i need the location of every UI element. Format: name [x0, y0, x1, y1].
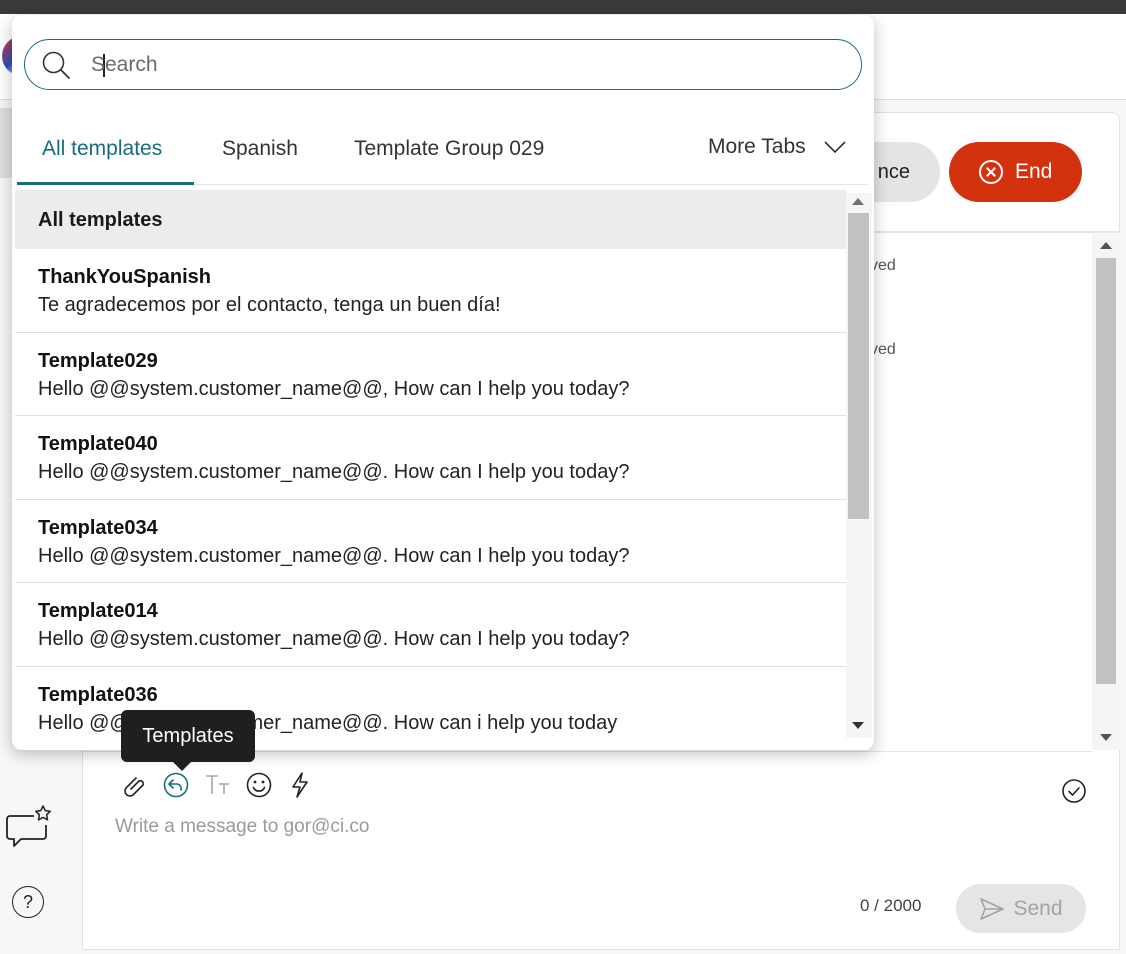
template-list: All templates ThankYouSpanish Te agradec… — [15, 190, 846, 738]
help-icon[interactable]: ? — [12, 886, 44, 918]
templates-icon[interactable] — [161, 770, 191, 800]
scroll-up-icon[interactable] — [852, 198, 864, 205]
end-label: End — [1015, 160, 1053, 183]
template-name: Template029 — [38, 349, 158, 372]
template-text: Hello @@system.customer_name@@. How can … — [38, 628, 630, 650]
scroll-down-icon[interactable] — [852, 722, 864, 729]
active-tab-indicator — [17, 182, 194, 185]
template-item[interactable]: ThankYouSpanish Te agradecemos por el co… — [15, 249, 846, 333]
search-box[interactable] — [24, 39, 862, 90]
attachment-icon[interactable] — [120, 770, 150, 800]
search-icon — [41, 50, 71, 80]
close-circle-icon — [979, 160, 1003, 184]
template-name: Template014 — [38, 600, 158, 622]
character-count: 0 / 2000 — [860, 896, 922, 915]
tab-spanish[interactable]: Spanish — [222, 137, 298, 161]
template-item[interactable]: Template034 Hello @@system.customer_name… — [15, 499, 846, 583]
emoji-icon[interactable] — [244, 770, 274, 800]
template-item[interactable]: Template029 Hello @@system.customer_name… — [15, 332, 846, 416]
text-format-icon[interactable] — [203, 770, 233, 800]
scroll-down-icon[interactable] — [1100, 734, 1112, 741]
template-name: Template034 — [38, 516, 158, 539]
template-name: ThankYouSpanish — [38, 266, 211, 288]
template-list-scroll-thumb[interactable] — [848, 213, 869, 519]
scroll-up-icon[interactable] — [1100, 242, 1112, 249]
template-tabs: All templates Spanish Template Group 029… — [17, 127, 867, 185]
template-item[interactable]: Template040 Hello @@system.customer_name… — [15, 416, 846, 500]
template-text: Hello @@system.customer_name@@. How can … — [38, 544, 630, 567]
check-circle-icon[interactable] — [1060, 777, 1088, 805]
template-name: Template040 — [38, 433, 158, 455]
template-text: Hello @@system.customer_name@@, How can … — [38, 377, 630, 400]
chat-star-icon[interactable] — [4, 804, 52, 848]
end-button[interactable]: End — [949, 142, 1082, 202]
template-item[interactable]: Template014 Hello @@system.customer_name… — [15, 583, 846, 667]
message-input[interactable] — [115, 812, 915, 842]
search-input[interactable] — [91, 50, 831, 80]
top-bar — [0, 0, 1126, 14]
template-text: Te agradecemos por el contacto, tenga un… — [38, 294, 501, 316]
tab-all-templates[interactable]: All templates — [42, 137, 162, 161]
conference-label: nce — [877, 160, 910, 183]
template-text: Hello @@system.customer_name@@. How can … — [38, 461, 630, 483]
templates-tooltip: Templates — [121, 710, 255, 771]
list-section-header: All templates — [15, 190, 846, 249]
tab-template-group-029[interactable]: Template Group 029 — [354, 137, 544, 161]
transcript-scroll-thumb[interactable] — [1096, 258, 1116, 684]
send-label: Send — [1013, 896, 1063, 920]
more-tabs-button[interactable]: More Tabs — [708, 135, 846, 159]
chevron-down-icon — [824, 136, 846, 158]
send-icon — [980, 897, 1005, 920]
send-button[interactable]: Send — [956, 884, 1086, 933]
more-tabs-label: More Tabs — [708, 135, 806, 158]
lightning-icon[interactable] — [285, 770, 315, 800]
rail-active-indicator — [0, 108, 12, 178]
templates-popover: All templates Spanish Template Group 029… — [12, 15, 874, 750]
template-name: Template036 — [38, 683, 158, 706]
